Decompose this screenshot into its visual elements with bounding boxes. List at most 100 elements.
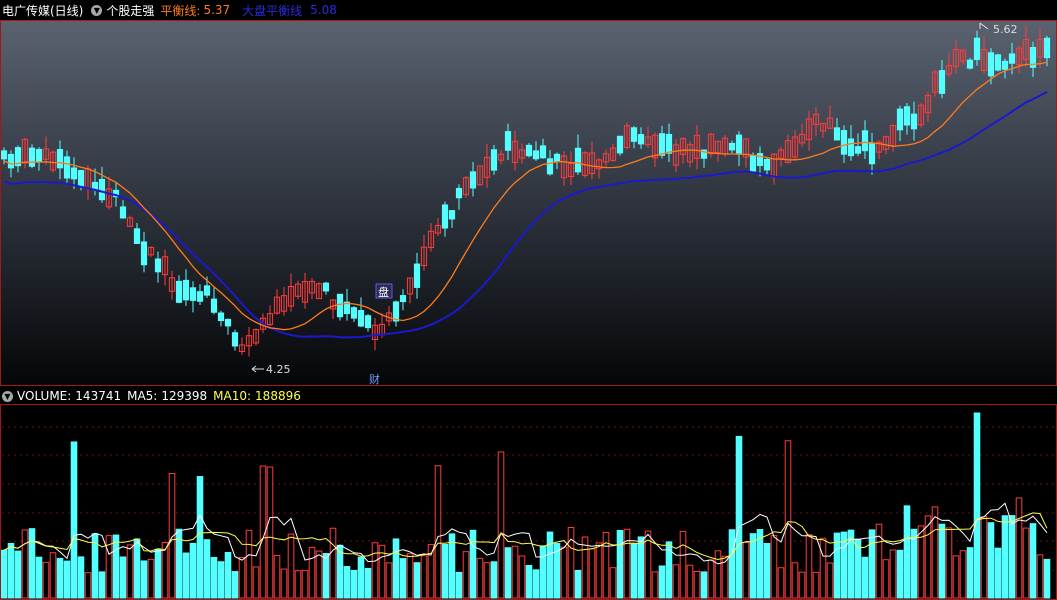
volume-bar[interactable]	[889, 549, 897, 599]
volume-bar[interactable]	[868, 529, 876, 599]
volume-bar[interactable]	[483, 562, 491, 599]
volume-bar[interactable]	[525, 564, 533, 599]
volume-bar[interactable]	[882, 559, 890, 599]
volume-bar[interactable]	[14, 550, 22, 599]
volume-bar[interactable]	[287, 533, 295, 599]
volume-bar[interactable]	[588, 548, 596, 599]
candlestick[interactable]	[525, 143, 533, 158]
indicator-name[interactable]: 个股走强	[106, 2, 154, 19]
volume-bar[interactable]	[623, 528, 631, 599]
volume-bar[interactable]	[749, 533, 757, 599]
volume-bar[interactable]	[658, 565, 666, 599]
volume-bar[interactable]	[497, 451, 505, 599]
volume-bar[interactable]	[798, 571, 806, 599]
volume-bar[interactable]	[924, 515, 932, 599]
volume-bar[interactable]	[28, 528, 36, 599]
volume-bar[interactable]	[476, 557, 484, 599]
volume-bar[interactable]	[0, 549, 8, 599]
volume-bar[interactable]	[42, 561, 50, 599]
volume-bar[interactable]	[147, 558, 155, 599]
volume-bar[interactable]	[441, 543, 449, 599]
volume-bar[interactable]	[301, 570, 309, 599]
volume-bar[interactable]	[308, 546, 316, 599]
candlestick[interactable]	[490, 144, 498, 175]
volume-bar[interactable]	[224, 551, 232, 599]
volume-bar[interactable]	[826, 562, 834, 599]
volume-bar[interactable]	[329, 527, 337, 599]
volume-bar[interactable]	[679, 530, 687, 599]
volume-bar[interactable]	[665, 541, 673, 599]
volume-bar[interactable]	[77, 556, 85, 599]
candlestick[interactable]	[616, 135, 624, 156]
volume-bar[interactable]	[84, 572, 92, 599]
volume-bar[interactable]	[392, 538, 400, 599]
volume-bar[interactable]	[70, 441, 78, 599]
volume-bar[interactable]	[609, 567, 617, 599]
volume-bar[interactable]	[420, 555, 428, 599]
volume-bar[interactable]	[651, 571, 659, 599]
volume-bar[interactable]	[539, 545, 547, 599]
volume-bar[interactable]	[518, 555, 526, 599]
volume-bar[interactable]	[1001, 515, 1009, 599]
volume-bar[interactable]	[770, 535, 778, 599]
volume-bar[interactable]	[784, 440, 792, 599]
volume-bar[interactable]	[119, 556, 127, 599]
volume-bar[interactable]	[273, 554, 281, 599]
volume-bar[interactable]	[448, 533, 456, 599]
chevron-down-icon[interactable]: ▼	[91, 4, 103, 16]
volume-bar[interactable]	[945, 527, 953, 599]
volume-bar[interactable]	[126, 544, 134, 599]
volume-bar[interactable]	[812, 571, 820, 599]
volume-bar[interactable]	[805, 534, 813, 599]
volume-bar[interactable]	[987, 522, 995, 599]
volume-bar[interactable]	[385, 562, 393, 599]
volume-bar[interactable]	[777, 567, 785, 599]
volume-bar[interactable]	[98, 571, 106, 599]
volume-bar[interactable]	[938, 523, 946, 599]
volume-bar[interactable]	[21, 529, 29, 599]
volume-bar[interactable]	[735, 435, 743, 599]
chevron-down-icon[interactable]: ▼	[2, 390, 13, 402]
volume-bar[interactable]	[245, 529, 253, 599]
volume-bar[interactable]	[896, 549, 904, 599]
volume-bar[interactable]	[203, 539, 211, 599]
volume-bar[interactable]	[819, 537, 827, 599]
volume-bar[interactable]	[637, 536, 645, 599]
volume-bar[interactable]	[49, 552, 57, 599]
volume-bar[interactable]	[196, 476, 204, 599]
volume-bar[interactable]	[154, 548, 162, 599]
volume-bar[interactable]	[266, 466, 274, 599]
volume-bar[interactable]	[504, 547, 512, 599]
volume-bar[interactable]	[952, 555, 960, 599]
volume-bar[interactable]	[455, 571, 463, 599]
volume-bar[interactable]	[966, 547, 974, 599]
volume-bar[interactable]	[728, 529, 736, 599]
volume-bar[interactable]	[910, 528, 918, 599]
volume-bar[interactable]	[574, 569, 582, 599]
volume-bar[interactable]	[994, 547, 1002, 599]
volume-bar[interactable]	[567, 526, 575, 599]
volume-bar[interactable]	[581, 536, 589, 599]
volume-bar[interactable]	[903, 505, 911, 599]
volume-bar[interactable]	[252, 566, 260, 599]
volume-bar[interactable]	[399, 558, 407, 599]
volume-bar[interactable]	[189, 542, 197, 599]
volume-bar[interactable]	[315, 550, 323, 599]
volume-bar[interactable]	[763, 542, 771, 599]
volume-bar[interactable]	[1015, 497, 1023, 599]
candlestick[interactable]	[994, 53, 1002, 72]
volume-bar[interactable]	[630, 543, 638, 599]
volume-bar[interactable]	[7, 542, 15, 599]
event-marker-pan[interactable]: 盘	[375, 283, 393, 299]
volume-bar[interactable]	[973, 412, 981, 599]
volume-bar[interactable]	[364, 567, 372, 599]
candlestick[interactable]	[336, 293, 344, 321]
volume-bar[interactable]	[616, 529, 624, 599]
volume-bar[interactable]	[560, 546, 568, 599]
volume-bar[interactable]	[217, 561, 225, 599]
volume-bar[interactable]	[511, 545, 519, 599]
volume-bar[interactable]	[182, 552, 190, 599]
volume-bar[interactable]	[595, 542, 603, 599]
volume-bar[interactable]	[700, 571, 708, 599]
volume-bar[interactable]	[238, 556, 246, 599]
